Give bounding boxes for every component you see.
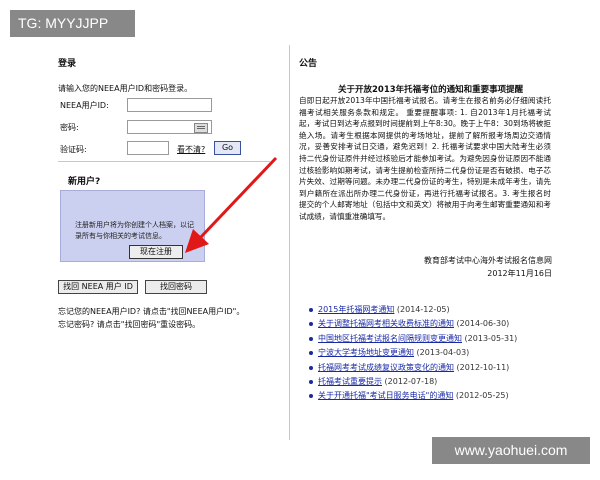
news-item: 2015年托福网考通知 (2014-12-05) — [309, 303, 568, 317]
news-link[interactable]: 关于开通托福"考试日服务电话"的通知 — [318, 391, 453, 400]
news-date: (2012-05-25) — [455, 391, 509, 401]
announcement-title: 关于开放2013年托福考位的通知和重要事项提醒 — [338, 85, 524, 95]
announcement-signature: 教育部考试中心海外考试报名信息网 — [424, 256, 552, 265]
find-id-button[interactable]: 找回 NEEA 用户 ID — [58, 280, 138, 294]
news-link[interactable]: 2015年托福网考通知 — [318, 305, 394, 314]
news-link[interactable]: 托福网考考试成绩复议政策变化的通知 — [318, 363, 454, 372]
news-date: (2014-06-30) — [456, 319, 510, 329]
news-item: 托福网考考试成绩复议政策变化的通知 (2012-10-11) — [309, 361, 568, 375]
help-line-id: 忘记您的NEEA用户ID? 请点击"找回NEEA用户ID"。 — [58, 307, 245, 316]
news-link[interactable]: 宁波大学考场地址变更通知 — [318, 348, 414, 357]
arrow-shaft — [198, 156, 278, 240]
news-date: (2014-12-05) — [396, 305, 450, 314]
news-item: 中国地区托福考试报名间隔规则变更通知 (2013-05-31) — [309, 332, 568, 346]
news-item: 宁波大学考场地址变更通知 (2013-04-03) — [309, 346, 568, 360]
find-password-button[interactable]: 找回密码 — [145, 280, 207, 294]
news-item: 关于调整托福网考相关收费标准的通知 (2014-06-30) — [309, 317, 568, 331]
red-arrow-annotation — [185, 156, 278, 253]
news-date: (2013-05-31) — [464, 333, 518, 343]
announcement-heading: 公告 — [299, 59, 318, 69]
announcement-body: 自即日起开放2013年中国托福考试报名。请考生在报名前务必仔细阅读托福考试相关服… — [299, 96, 551, 221]
news-item: 关于开通托福"考试日服务电话"的通知 (2012-05-25) — [309, 389, 568, 403]
news-date: (2013-04-03) — [416, 348, 470, 358]
news-date: (2012-10-11) — [456, 362, 510, 372]
news-list: 2015年托福网考通知 (2014-12-05) 关于调整托福网考相关收费标准的… — [309, 303, 568, 404]
news-link[interactable]: 中国地区托福考试报名间隔规则变更通知 — [318, 334, 462, 343]
help-line-password: 忘记密码? 请点击"找回密码"重设密码。 — [58, 320, 201, 329]
column-divider — [289, 45, 290, 440]
news-item: 托福考试重要提示 (2012-07-18) — [309, 375, 568, 389]
news-link[interactable]: 托福考试重要提示 — [318, 377, 382, 386]
news-date: (2012-07-18) — [384, 377, 438, 387]
news-link[interactable]: 关于调整托福网考相关收费标准的通知 — [318, 319, 454, 328]
announcement-date: 2012年11月16日 — [487, 269, 552, 278]
